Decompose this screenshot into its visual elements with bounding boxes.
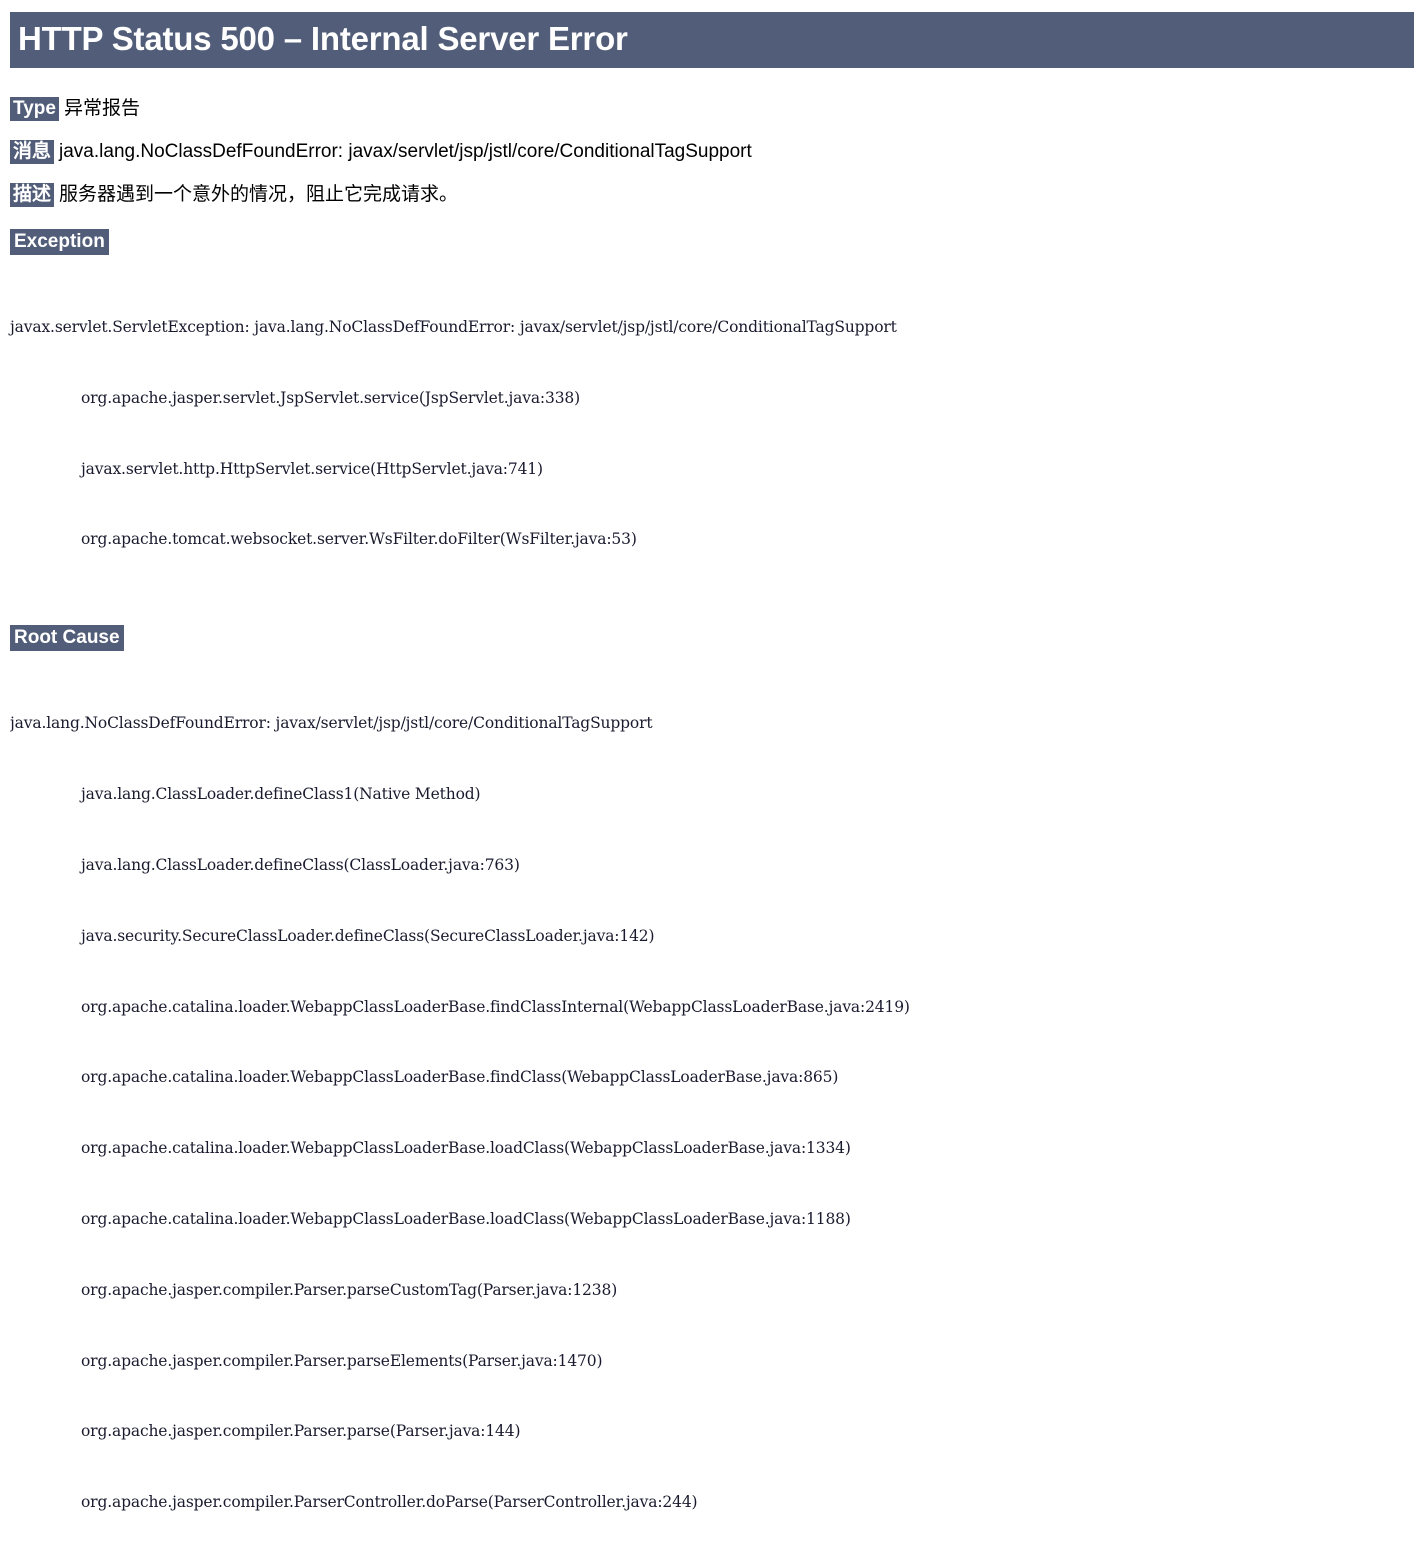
stacktrace-frame: org.apache.catalina.loader.WebappClassLo… xyxy=(81,997,910,1016)
detail-value-type: 异常报告 xyxy=(63,98,140,120)
detail-label-type: Type xyxy=(10,97,59,122)
error-page: HTTP Status 500 – Internal Server Error … xyxy=(0,12,1414,1548)
detail-row-type: Type 异常报告 xyxy=(10,97,1414,122)
stacktrace-frame: java.lang.ClassLoader.defineClass1(Nativ… xyxy=(81,785,481,804)
stacktrace-frame: javax.servlet.http.HttpServlet.service(H… xyxy=(81,459,543,478)
exception-stacktrace: javax.servlet.ServletException: java.lan… xyxy=(10,269,1414,599)
stacktrace-frame: org.apache.tomcat.websocket.server.WsFil… xyxy=(81,530,637,549)
detail-row-description: 描述 服务器遇到一个意外的情况，阻止它完成请求。 xyxy=(10,182,1414,207)
stacktrace-frame: org.apache.jasper.servlet.JspServlet.ser… xyxy=(81,388,581,407)
section-heading-exception: Exception xyxy=(10,228,109,255)
detail-value-description: 服务器遇到一个意外的情况，阻止它完成请求。 xyxy=(59,183,459,205)
stacktrace-frame: org.apache.jasper.compiler.Parser.parseC… xyxy=(81,1280,618,1299)
stacktrace-frame: org.apache.catalina.loader.WebappClassLo… xyxy=(81,1068,839,1087)
section-heading-root-cause: Root Cause xyxy=(10,625,124,652)
detail-label-message: 消息 xyxy=(10,140,55,165)
stacktrace-frame: org.apache.catalina.loader.WebappClassLo… xyxy=(81,1139,851,1158)
stacktrace-head-line: javax.servlet.ServletException: java.lan… xyxy=(10,317,897,336)
stacktrace-frame: java.lang.ClassLoader.defineClass(ClassL… xyxy=(81,856,520,875)
stacktrace-frame: org.apache.jasper.compiler.ParserControl… xyxy=(81,1493,698,1512)
stacktrace-frame: org.apache.jasper.compiler.Parser.parseE… xyxy=(81,1351,603,1370)
root-cause-section-header: Root Cause xyxy=(0,625,1414,652)
stacktrace-head-line: java.lang.NoClassDefFoundError: javax/se… xyxy=(10,714,653,733)
page-title: HTTP Status 500 – Internal Server Error xyxy=(10,12,1414,69)
stacktrace-frame: org.apache.jasper.compiler.Parser.parse(… xyxy=(81,1422,521,1441)
detail-label-description: 描述 xyxy=(10,182,55,207)
root-cause-stacktrace: java.lang.NoClassDefFoundError: javax/se… xyxy=(10,665,1414,1548)
detail-row-message: 消息 java.lang.NoClassDefFoundError: javax/… xyxy=(10,140,1414,165)
detail-value-message: java.lang.NoClassDefFoundError: javax/se… xyxy=(59,141,752,163)
stacktrace-frame: java.security.SecureClassLoader.defineCl… xyxy=(81,926,655,945)
exception-section-header: Exception xyxy=(0,228,1414,255)
stacktrace-frame: org.apache.catalina.loader.WebappClassLo… xyxy=(81,1209,851,1228)
